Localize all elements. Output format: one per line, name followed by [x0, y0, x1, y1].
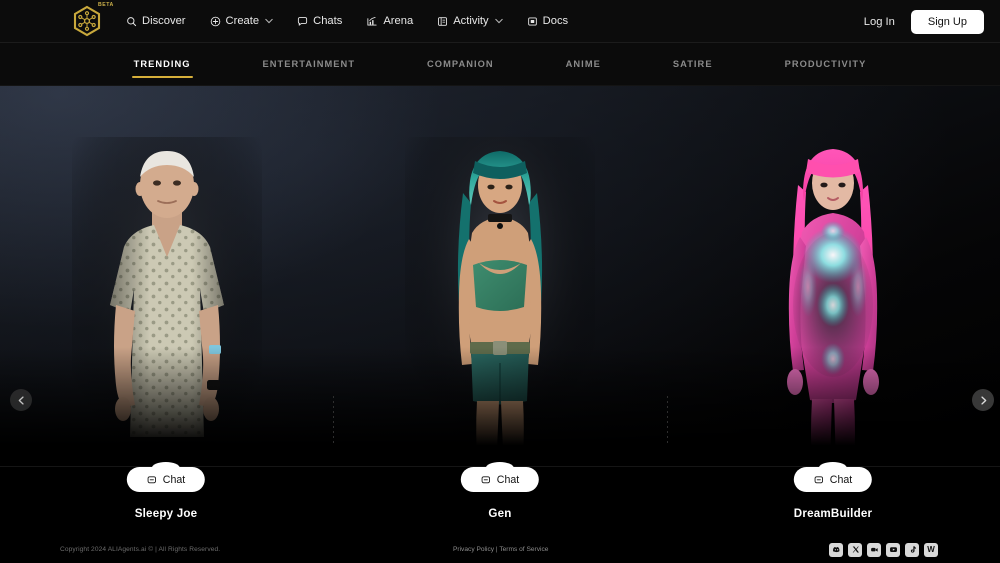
youtube-icon[interactable] — [886, 542, 900, 557]
nav-item-create[interactable]: Create — [208, 11, 276, 31]
top-navigation-bar: BETA Discover Create Chats Arena Activit… — [0, 0, 1000, 43]
card-divider — [667, 396, 668, 446]
chat-button-label: Chat — [829, 473, 853, 486]
chat-button-label: Chat — [496, 473, 520, 486]
nav-item-docs[interactable]: Docs — [525, 11, 571, 31]
hero-carousel-section — [0, 86, 1000, 467]
nav-item-arena-label: Arena — [383, 15, 414, 27]
plus-circle-icon — [210, 16, 220, 26]
chevron-right-icon — [980, 395, 986, 405]
agent-name-sleepy-joe: Sleepy Joe — [134, 507, 198, 520]
hero-bottom-fade — [0, 347, 1000, 467]
tab-companion[interactable]: COMPANION — [427, 51, 494, 78]
chevron-down-icon — [265, 18, 273, 24]
tab-anime[interactable]: ANIME — [566, 51, 601, 78]
agent-name-gen: Gen — [488, 507, 512, 520]
nav-item-discover[interactable]: Discover — [124, 11, 188, 31]
signup-button[interactable]: Sign Up — [910, 9, 984, 34]
bar-chart-icon — [367, 16, 377, 26]
carousel-prev-button[interactable] — [10, 389, 32, 411]
nav-item-arena[interactable]: Arena — [364, 11, 415, 31]
beta-badge: BETA — [98, 2, 114, 8]
chat-button-label: Chat — [162, 473, 186, 486]
nav-item-discover-label: Discover — [142, 15, 186, 27]
x-twitter-icon[interactable] — [848, 542, 862, 557]
nav-right-actions: Log In Sign Up — [864, 0, 984, 43]
book-icon — [438, 16, 448, 26]
tab-satire[interactable]: SATIRE — [673, 51, 713, 78]
chevron-left-icon — [18, 395, 24, 405]
nav-item-activity-label: Activity — [453, 15, 489, 27]
legal-links: Privacy Policy | Terms of Service — [453, 546, 548, 553]
document-icon — [527, 16, 537, 26]
brand-logo[interactable]: BETA — [70, 2, 113, 38]
nav-item-activity[interactable]: Activity — [435, 11, 504, 31]
agent-name-dreambuilder: DreamBuilder — [793, 507, 873, 520]
search-icon — [127, 16, 137, 26]
copyright-text: Copyright 2024 ALIAgents.ai © | All Righ… — [60, 546, 221, 553]
warpcast-icon[interactable]: W — [924, 542, 938, 557]
privacy-policy-link[interactable]: Privacy Policy — [453, 546, 494, 553]
nav-item-chats[interactable]: Chats — [295, 11, 344, 31]
chevron-down-icon — [494, 18, 503, 24]
chat-bubble-icon — [481, 475, 490, 483]
nav-links: Discover Create Chats Arena Activity Doc… — [124, 11, 570, 31]
chat-bubble-icon — [814, 475, 823, 483]
video-icon[interactable] — [867, 542, 881, 557]
card-divider — [333, 396, 334, 446]
chat-button-dreambuilder[interactable]: Chat — [793, 467, 873, 492]
legal-separator: | — [495, 546, 498, 553]
tab-entertainment[interactable]: ENTERTAINMENT — [263, 51, 356, 78]
social-links: W — [829, 542, 938, 557]
page-root: BETA Discover Create Chats Arena Activit… — [0, 0, 1000, 563]
nav-item-chats-label: Chats — [313, 15, 343, 27]
tiktok-icon[interactable] — [905, 542, 919, 557]
category-tabs: TRENDING ENTERTAINMENT COMPANION ANIME S… — [98, 51, 903, 78]
login-link[interactable]: Log In — [864, 16, 895, 28]
page-footer: Copyright 2024 ALIAgents.ai © | All Righ… — [0, 536, 1000, 563]
discord-icon[interactable] — [829, 542, 843, 557]
chat-button-gen[interactable]: Chat — [460, 467, 540, 492]
tab-productivity[interactable]: PRODUCTIVITY — [785, 51, 867, 78]
tab-trending[interactable]: TRENDING — [131, 51, 193, 78]
carousel-next-button[interactable] — [972, 389, 994, 411]
chat-bubble-icon — [298, 16, 308, 26]
nav-item-docs-label: Docs — [542, 15, 569, 27]
hexagon-network-logo-icon — [73, 5, 101, 37]
chat-button-sleepy-joe[interactable]: Chat — [126, 467, 206, 492]
terms-of-service-link[interactable]: Terms of Service — [499, 546, 548, 553]
nav-item-create-label: Create — [225, 15, 260, 27]
category-tabs-bar: TRENDING ENTERTAINMENT COMPANION ANIME S… — [0, 43, 1000, 86]
chat-bubble-icon — [147, 475, 156, 483]
